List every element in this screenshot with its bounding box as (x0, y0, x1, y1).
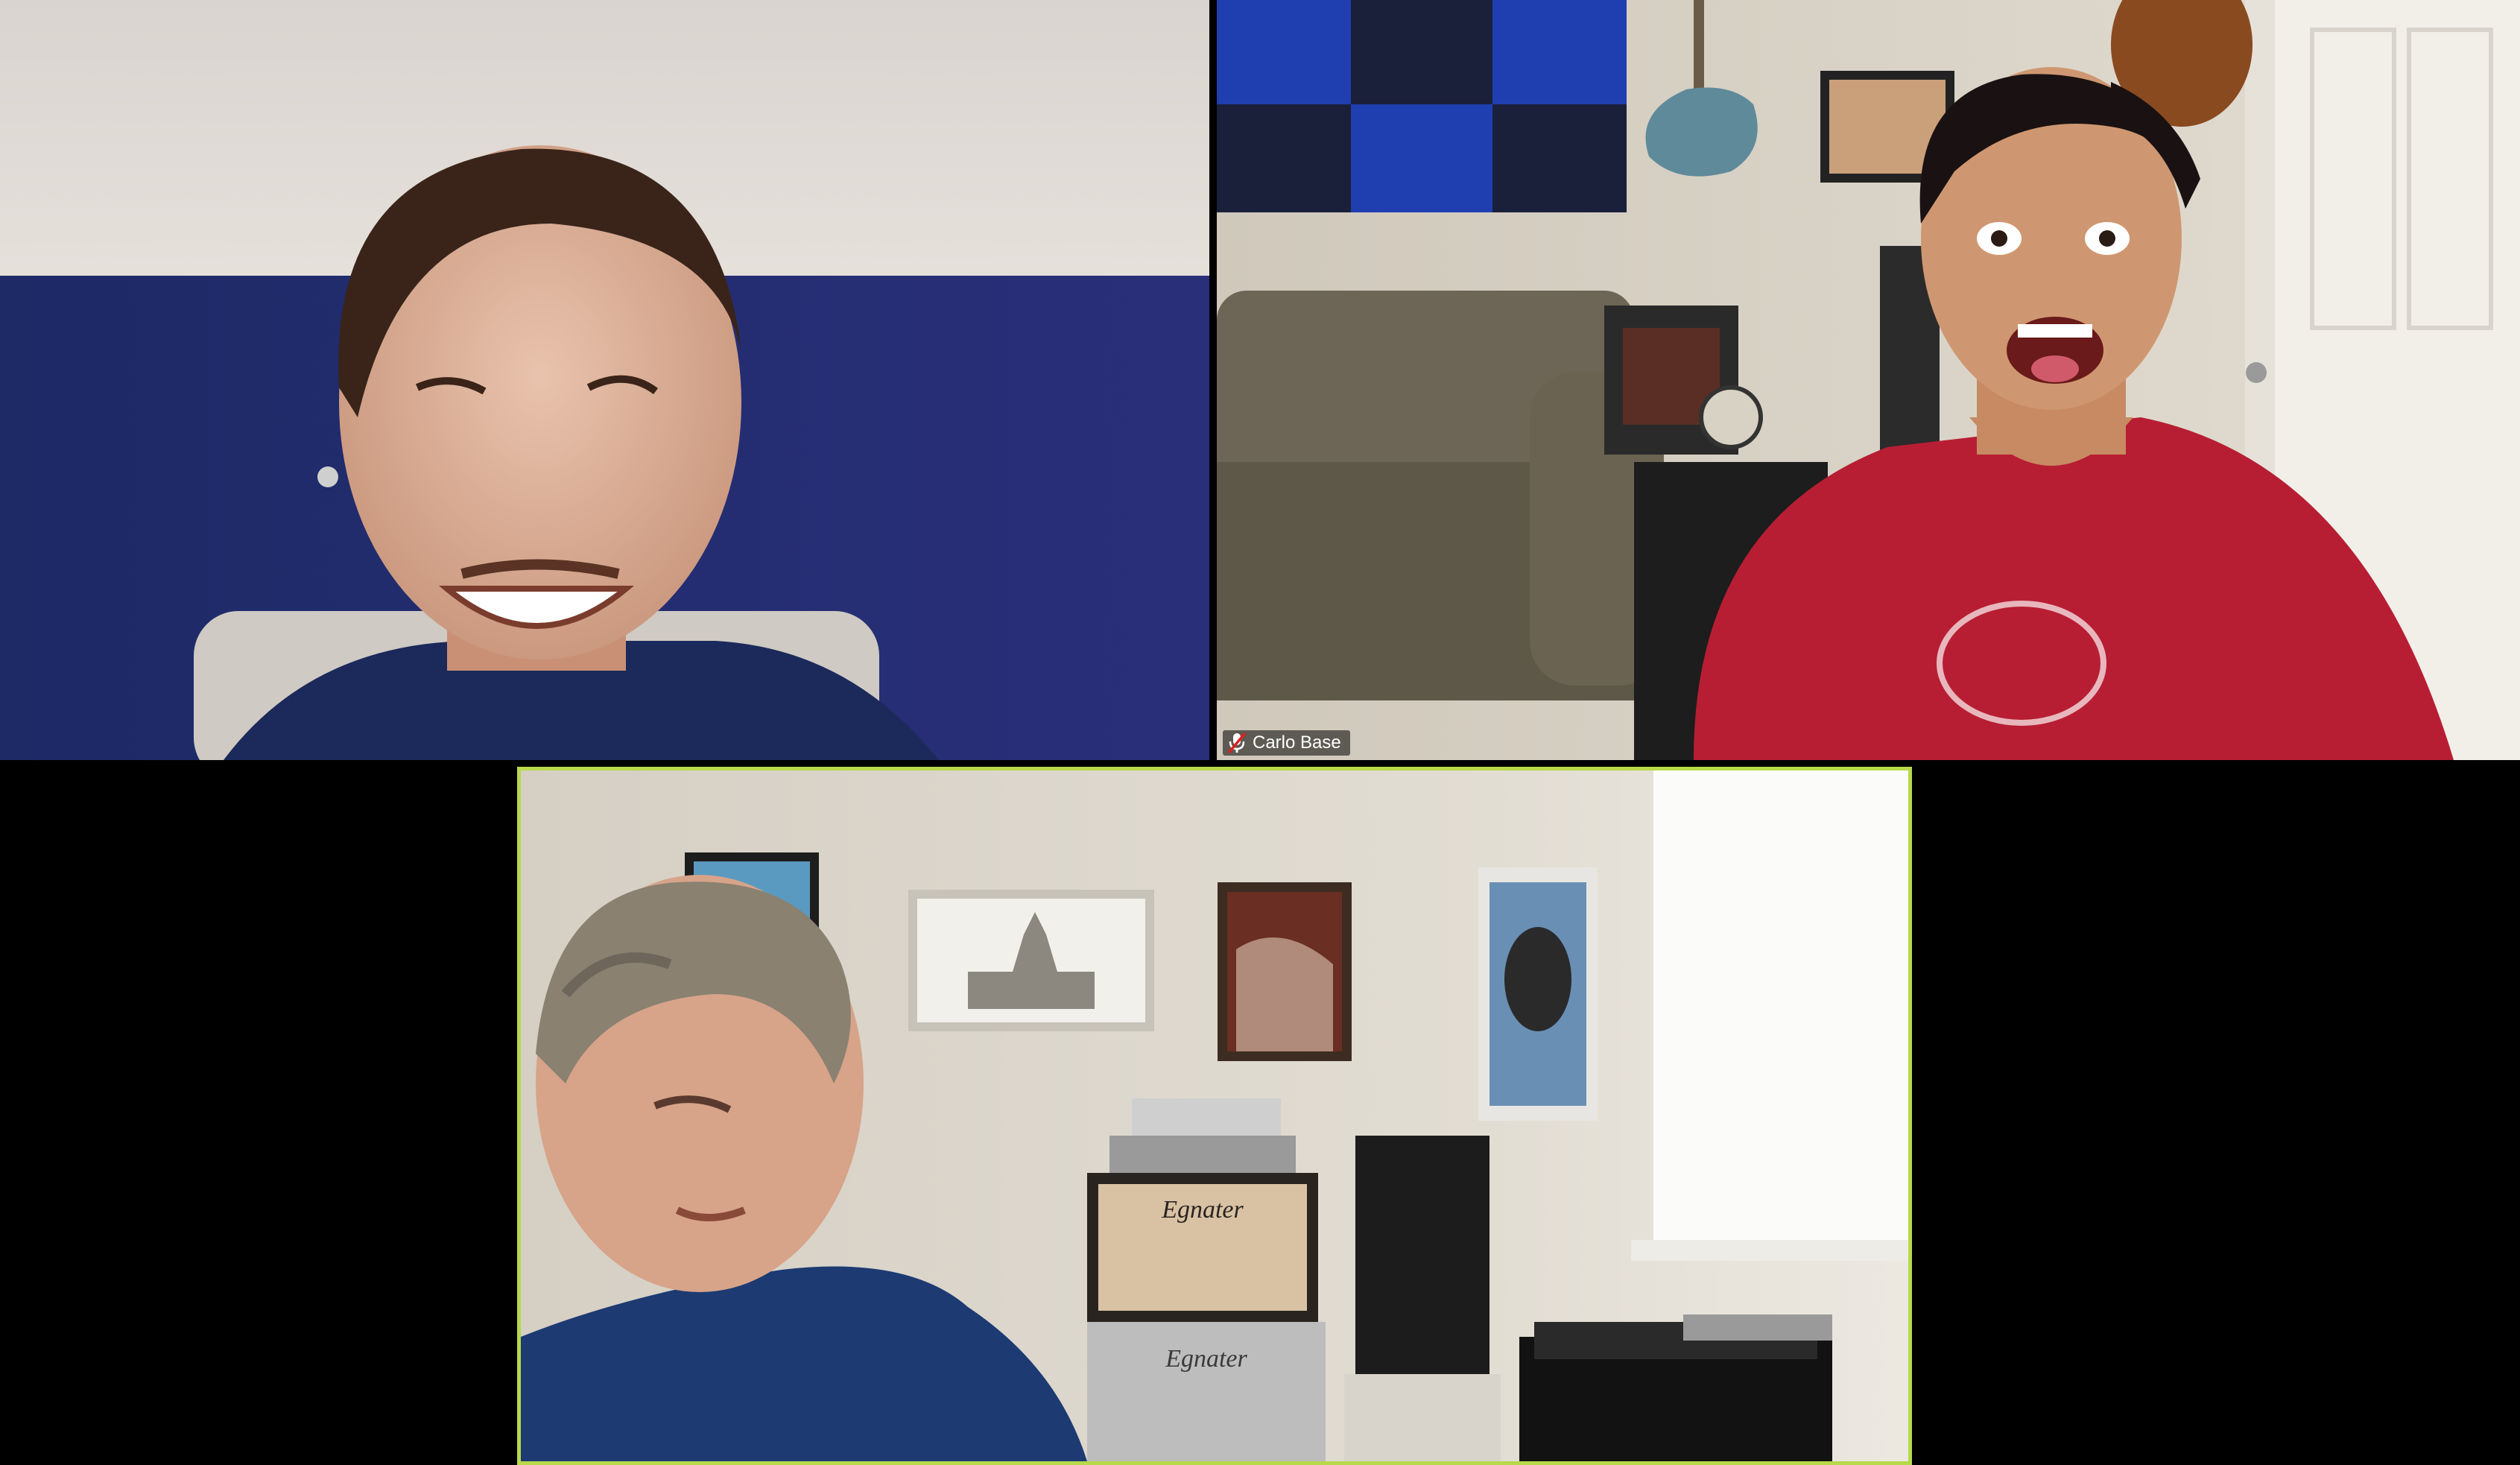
participant-1-video (0, 0, 1209, 760)
participant-name-tag: Carlo Base (1223, 730, 1350, 756)
window (1631, 771, 1908, 1261)
amp-brand-lower: Egnater (1165, 1345, 1247, 1373)
video-gallery: Carlo Base Egnater Egnater (0, 0, 2520, 1465)
acoustic-panel (1217, 0, 1627, 212)
amp-head (1109, 1098, 1296, 1180)
video-tile-participant-2[interactable]: Carlo Base (1217, 0, 2520, 760)
couch (1217, 291, 1664, 700)
wall-frame-capitol (908, 890, 1154, 1031)
mic-muted-icon (1228, 732, 1246, 753)
participant-3-video: Egnater Egnater (521, 771, 1908, 1461)
amp-cabinet-lower: Egnater (1087, 1322, 1326, 1461)
wall-frame-4 (1478, 867, 1598, 1121)
video-tile-participant-1[interactable] (0, 0, 1209, 760)
wall-frame-3 (1218, 882, 1352, 1061)
amp-brand-upper: Egnater (1161, 1196, 1244, 1224)
participant-2-video (1217, 0, 2520, 760)
video-tile-participant-3-active-speaker[interactable]: Egnater Egnater (517, 767, 1912, 1465)
amp-cabinet-upper: Egnater (1087, 1173, 1318, 1322)
participant-name: Carlo Base (1253, 732, 1341, 753)
